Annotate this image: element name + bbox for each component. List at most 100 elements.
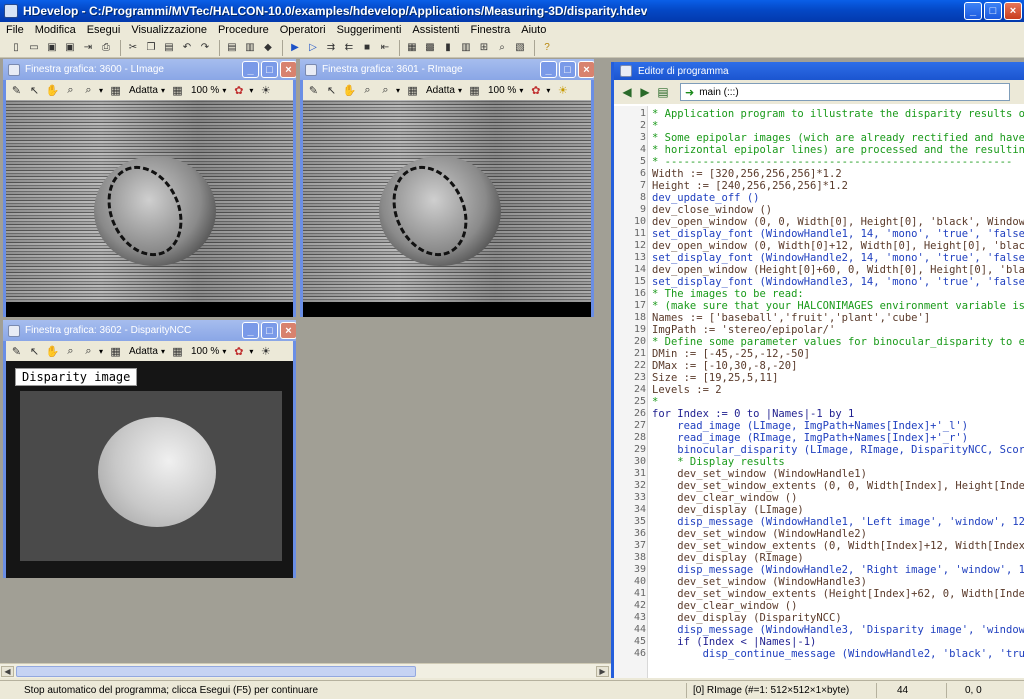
open-file-icon[interactable]: ▭ — [26, 40, 42, 56]
code-line[interactable]: 4 * horizontal epipolar lines) are proces… — [614, 144, 1024, 156]
hand-icon[interactable]: ✋ — [342, 83, 357, 98]
reset-icon[interactable]: ⇤ — [377, 40, 393, 56]
chevron-down-icon[interactable]: ▾ — [546, 86, 550, 95]
code-line[interactable]: 30 * Display results — [614, 456, 1024, 468]
code-line[interactable]: 20 * Define some parameter values for bin… — [614, 336, 1024, 348]
cut-icon[interactable]: ✂ — [125, 40, 141, 56]
chevron-down-icon[interactable]: ▾ — [99, 86, 103, 95]
menu-file[interactable]: File — [6, 24, 24, 36]
code-line[interactable]: 28 read_image (RImage, ImgPath+Names[Ind… — [614, 432, 1024, 444]
paste-icon[interactable]: ▤ — [161, 40, 177, 56]
code-line[interactable]: 23 Size := [19,25,5,11] — [614, 372, 1024, 384]
code-line[interactable]: 25 * — [614, 396, 1024, 408]
step-icon[interactable]: ▷ — [305, 40, 321, 56]
code-line[interactable]: 45 if (Index < |Names|-1) — [614, 636, 1024, 648]
pointer-icon[interactable]: ↖ — [27, 83, 42, 98]
code-line[interactable]: 39 disp_message (WindowHandle2, 'Right i… — [614, 564, 1024, 576]
rimage-canvas[interactable] — [303, 100, 591, 317]
redo-icon[interactable]: ↷ — [197, 40, 213, 56]
chevron-down-icon[interactable]: ▾ — [249, 86, 253, 95]
chevron-down-icon[interactable]: ▾ — [396, 86, 400, 95]
code-line[interactable]: 44 disp_message (WindowHandle3, 'Dispari… — [614, 624, 1024, 636]
hand-icon[interactable]: ✋ — [45, 344, 60, 359]
code-line[interactable]: 10 dev_open_window (0, 0, Width[0], Heigh… — [614, 216, 1024, 228]
horizontal-scrollbar[interactable]: ◀ ▶ — [0, 663, 611, 678]
minimize-button[interactable]: _ — [964, 2, 982, 20]
code-line[interactable]: 3 * Some epipolar images (wich are alread… — [614, 132, 1024, 144]
code-line[interactable]: 41 dev_set_window_extents (Height[Index]… — [614, 588, 1024, 600]
color-icon[interactable]: ✿ — [231, 83, 246, 98]
zoom-level[interactable]: 100 % — [488, 85, 516, 96]
code-line[interactable]: 13 set_display_font (WindowHandle2, 14, '… — [614, 252, 1024, 264]
limage-canvas[interactable] — [6, 100, 293, 317]
code-line[interactable]: 32 dev_set_window_extents (0, 0, Width[I… — [614, 480, 1024, 492]
zoom-level[interactable]: 100 % — [191, 85, 219, 96]
chevron-down-icon[interactable]: ▾ — [222, 347, 226, 356]
pen-icon[interactable]: ✎ — [306, 83, 321, 98]
features-icon[interactable]: ▥ — [458, 40, 474, 56]
chevron-down-icon[interactable]: ▾ — [222, 86, 226, 95]
code-line[interactable]: 12 dev_open_window (0, Width[0]+12, Width… — [614, 240, 1024, 252]
menu-visualizzazione[interactable]: Visualizzazione — [131, 24, 207, 36]
code-line[interactable]: 37 dev_set_window_extents (0, Width[Inde… — [614, 540, 1024, 552]
code-line[interactable]: 22 DMax := [-10,30,-8,-20] — [614, 360, 1024, 372]
chevron-down-icon[interactable]: ▾ — [161, 347, 165, 356]
zoom-dropdown-icon[interactable]: ⌕ — [378, 83, 393, 98]
pointer-icon[interactable]: ↖ — [324, 83, 339, 98]
code-line[interactable]: 34 dev_display (LImage) — [614, 504, 1024, 516]
zoom-icon[interactable]: ⌕ — [63, 344, 78, 359]
save-icon[interactable]: ▣ — [44, 40, 60, 56]
code-line[interactable]: 14 dev_open_window (Height[0]+60, 0, Widt… — [614, 264, 1024, 276]
bulb-icon[interactable]: ☀ — [555, 83, 570, 98]
minimize-button[interactable]: _ — [242, 61, 259, 78]
code-line[interactable]: 17 * (make sure that your HALCONIMAGES en… — [614, 300, 1024, 312]
bulb-icon[interactable]: ☀ — [258, 83, 273, 98]
zoom-icon[interactable]: ⌕ — [494, 40, 510, 56]
close-button[interactable]: × — [280, 61, 296, 78]
code-line[interactable]: 2 * — [614, 120, 1024, 132]
chevron-down-icon[interactable]: ▾ — [519, 86, 523, 95]
maximize-button[interactable]: □ — [559, 61, 576, 78]
menu-suggerimenti[interactable]: Suggerimenti — [337, 24, 402, 36]
copy-icon[interactable]: ❐ — [143, 40, 159, 56]
back-arrow-icon[interactable]: ◀ — [620, 85, 634, 99]
fit-label[interactable]: Adatta — [426, 85, 455, 96]
fit-label[interactable]: Adatta — [129, 346, 158, 357]
code-area[interactable]: 1 * Application program to illustrate the… — [614, 106, 1024, 678]
delete-icon[interactable]: ▥ — [242, 40, 258, 56]
step-over-icon[interactable]: ⇉ — [323, 40, 339, 56]
hand-icon[interactable]: ✋ — [45, 83, 60, 98]
color-icon[interactable]: ✿ — [231, 344, 246, 359]
measure-icon[interactable]: ⊞ — [476, 40, 492, 56]
code-line[interactable]: 35 disp_message (WindowHandle1, 'Left im… — [614, 516, 1024, 528]
code-line[interactable]: 18 Names := ['baseball','fruit','plant','… — [614, 312, 1024, 324]
graphics-window-limage[interactable]: Finestra grafica: 3600 - LImage _ □ × ✎ … — [3, 59, 296, 317]
code-line[interactable]: 31 dev_set_window (WindowHandle1) — [614, 468, 1024, 480]
help-icon[interactable]: ? — [539, 40, 555, 56]
menu-aiuto[interactable]: Aiuto — [521, 24, 546, 36]
code-line[interactable]: 46 disp_continue_message (WindowHandle2,… — [614, 648, 1024, 660]
code-line[interactable]: 40 dev_set_window (WindowHandle3) — [614, 576, 1024, 588]
insert-icon[interactable]: ▤ — [224, 40, 240, 56]
code-line[interactable]: 11 set_display_font (WindowHandle1, 14, '… — [614, 228, 1024, 240]
zoom-dropdown-icon[interactable]: ⌕ — [81, 344, 96, 359]
pen-icon[interactable]: ✎ — [9, 83, 24, 98]
close-button[interactable]: × — [280, 322, 296, 339]
code-line[interactable]: 38 dev_display (RImage) — [614, 552, 1024, 564]
zoom-level[interactable]: 100 % — [191, 346, 219, 357]
maximize-button[interactable]: □ — [984, 2, 1002, 20]
close-button[interactable]: × — [1004, 2, 1022, 20]
menu-esegui[interactable]: Esegui — [87, 24, 121, 36]
code-line[interactable]: 21 DMin := [-45,-25,-12,-50] — [614, 348, 1024, 360]
code-line[interactable]: 43 dev_display (DisparityNCC) — [614, 612, 1024, 624]
chevron-down-icon[interactable]: ▾ — [458, 86, 462, 95]
step-back-icon[interactable]: ⇇ — [341, 40, 357, 56]
new-file-icon[interactable]: ▯ — [8, 40, 24, 56]
bulb-icon[interactable]: ☀ — [258, 344, 273, 359]
code-line[interactable]: 19 ImgPath := 'stereo/epipolar/' — [614, 324, 1024, 336]
scroll-left-icon[interactable]: ◀ — [1, 666, 14, 677]
chevron-down-icon[interactable]: ▾ — [249, 347, 253, 356]
menu-assistenti[interactable]: Assistenti — [412, 24, 459, 36]
menu-operatori[interactable]: Operatori — [280, 24, 326, 36]
export-icon[interactable]: ⇥ — [80, 40, 96, 56]
